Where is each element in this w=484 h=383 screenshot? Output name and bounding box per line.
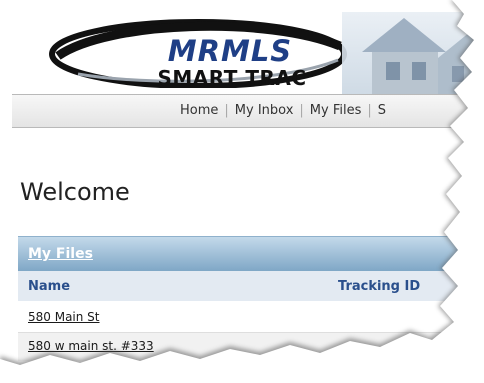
- nav-my-files-link[interactable]: My Files: [310, 103, 362, 118]
- logo-mrmls-text: MRMLS: [167, 34, 293, 68]
- column-header-tracking-id[interactable]: Tracking ID: [338, 279, 420, 294]
- logo-smart-trac-text: SMART TRAC: [157, 66, 307, 90]
- my-files-panel: My Files Name Tracking ID 580 Main St 58…: [18, 236, 478, 383]
- my-files-column-header-row: Name Tracking ID: [18, 271, 478, 301]
- nav-links: Home | My Inbox | My Files | S: [180, 103, 386, 118]
- nav-truncated-link[interactable]: S: [378, 103, 386, 118]
- my-files-panel-header: My Files: [18, 236, 478, 271]
- table-row: 580 w main st. #333: [18, 333, 478, 361]
- mrmls-smart-trac-logo[interactable]: MRMLS SMART TRAC: [48, 16, 348, 90]
- nav-my-inbox-link[interactable]: My Inbox: [235, 103, 294, 118]
- site-header: MRMLS SMART TRAC: [12, 6, 484, 96]
- column-header-name[interactable]: Name: [28, 279, 70, 294]
- nav-separator: |: [224, 103, 229, 118]
- top-navigation-bar: Home | My Inbox | My Files | S: [12, 94, 478, 128]
- file-name-link[interactable]: 580 Main St: [28, 310, 100, 324]
- my-files-title-link[interactable]: My Files: [28, 246, 93, 262]
- welcome-heading: Welcome: [20, 178, 130, 206]
- table-row: 580 Main St: [18, 304, 478, 332]
- page: MRMLS SMART TRAC Home | My Inbox | My Files |…: [0, 0, 484, 383]
- file-name-link[interactable]: 580 w main st. #333: [28, 339, 154, 353]
- nav-separator: |: [299, 103, 304, 118]
- nav-home-link[interactable]: Home: [180, 103, 218, 118]
- nav-separator: |: [367, 103, 372, 118]
- house-photo-image: [342, 12, 484, 96]
